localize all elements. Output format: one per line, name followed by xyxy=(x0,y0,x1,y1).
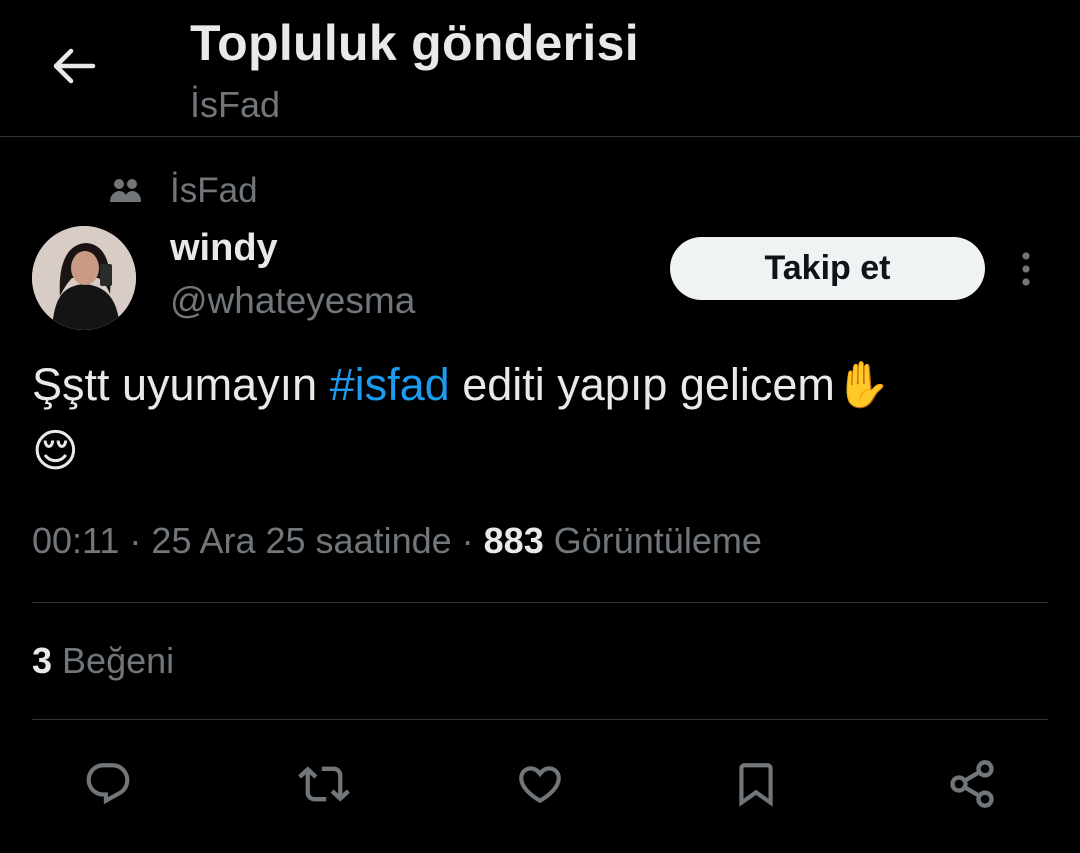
like-button[interactable] xyxy=(512,756,568,812)
bookmark-icon xyxy=(739,763,773,807)
divider xyxy=(32,719,1048,720)
bookmark-button[interactable] xyxy=(728,756,784,812)
share-icon xyxy=(950,760,994,808)
meta-separator: · xyxy=(451,520,484,561)
back-button[interactable] xyxy=(44,36,104,96)
post-date[interactable]: 25 Ara 25 saatinde xyxy=(151,520,451,561)
follow-button[interactable]: Takip et xyxy=(670,237,985,300)
reply-icon xyxy=(86,763,130,805)
meta-separator: · xyxy=(119,520,152,561)
post-text-start: Şştt uyumayın xyxy=(32,359,330,410)
more-vertical-icon xyxy=(1022,252,1030,286)
post-meta: 00:11 · 25 Ara 25 saatinde · 883 Görüntü… xyxy=(32,520,762,562)
top-bar: Topluluk gönderisi İsFad xyxy=(0,0,1080,137)
likes-label: Beğeni xyxy=(52,640,175,681)
page-title: Topluluk gönderisi xyxy=(190,15,639,71)
views-label: Görüntüleme xyxy=(543,520,762,561)
retweet-icon xyxy=(298,766,350,802)
divider xyxy=(32,602,1048,603)
share-button[interactable] xyxy=(944,756,1000,812)
community-name: İsFad xyxy=(170,171,258,210)
avatar[interactable] xyxy=(32,226,136,330)
views-count: 883 xyxy=(483,520,544,561)
likes-summary[interactable]: 3 Beğeni xyxy=(32,640,174,682)
author-handle[interactable]: @whateyesma xyxy=(170,280,415,322)
post-text-end: editi yapıp gelicem xyxy=(449,359,835,410)
raised-hand-emoji: ✋ xyxy=(834,358,891,411)
post-text: Şştt uyumayın #isfad editi yapıp gelicem… xyxy=(32,352,1042,484)
page-subtitle[interactable]: İsFad xyxy=(190,84,280,126)
more-options-button[interactable] xyxy=(1006,246,1046,292)
post-time[interactable]: 00:11 xyxy=(32,520,119,561)
relieved-face-emoji: 😌 xyxy=(32,424,79,477)
like-icon xyxy=(519,766,561,804)
likes-count: 3 xyxy=(32,640,53,681)
hashtag-link[interactable]: #isfad xyxy=(330,359,450,410)
community-context[interactable]: İsFad xyxy=(108,166,258,216)
community-icon xyxy=(108,176,144,206)
arrow-left-icon xyxy=(53,48,96,84)
repost-button[interactable] xyxy=(296,756,352,812)
author-name[interactable]: windy xyxy=(170,227,278,270)
reply-button[interactable] xyxy=(80,756,136,812)
